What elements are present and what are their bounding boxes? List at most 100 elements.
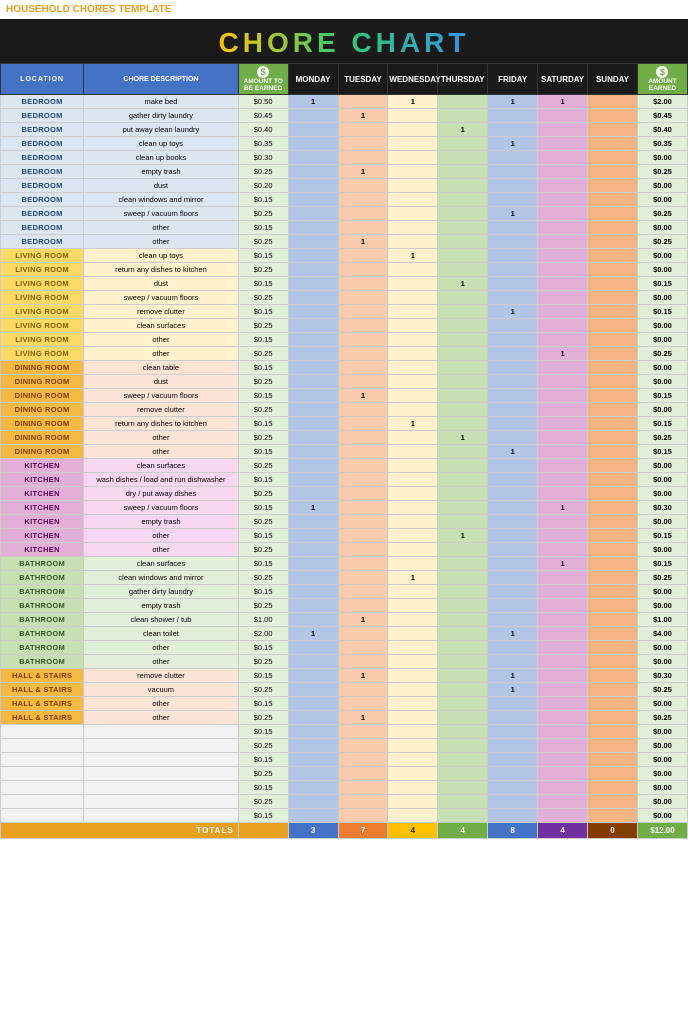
day-cell-sun xyxy=(588,767,638,781)
day-cell-tue xyxy=(338,543,388,557)
day-cell-sun xyxy=(588,753,638,767)
table-row: LIVING ROOMdust$0.151$0.15 xyxy=(1,277,688,291)
day-cell-tue xyxy=(338,585,388,599)
day-cell-wed xyxy=(388,697,438,711)
day-cell-tue xyxy=(338,431,388,445)
amount-cell: $0.15 xyxy=(238,473,288,487)
day-cell-sat xyxy=(538,711,588,725)
day-cell-thu xyxy=(438,417,488,431)
day-cell-sun xyxy=(588,683,638,697)
amount-cell: $0.25 xyxy=(238,263,288,277)
day-cell-sun xyxy=(588,207,638,221)
location-cell: LIVING ROOM xyxy=(1,319,84,333)
amount-cell: $0.25 xyxy=(238,599,288,613)
day-cell-sun xyxy=(588,319,638,333)
chore-cell: gather dirty laundry xyxy=(84,585,239,599)
day-cell-sat: 1 xyxy=(538,95,588,109)
earned-cell: $0.45 xyxy=(637,109,687,123)
chore-cell xyxy=(84,753,239,767)
day-cell-mon xyxy=(288,431,338,445)
earned-cell: $1.00 xyxy=(637,613,687,627)
amount-cell: $0.25 xyxy=(238,291,288,305)
totals-monday: 3 xyxy=(288,823,338,839)
totals-label: TOTALS xyxy=(1,823,239,839)
day-cell-fri xyxy=(488,291,538,305)
table-row: KITCHENother$0.151$0.15 xyxy=(1,529,688,543)
day-cell-sat xyxy=(538,585,588,599)
day-cell-wed xyxy=(388,585,438,599)
day-cell-tue xyxy=(338,487,388,501)
table-row: BEDROOMmake bed$0.501111$2.00 xyxy=(1,95,688,109)
location-cell: BATHROOM xyxy=(1,613,84,627)
earned-cell: $0.30 xyxy=(637,501,687,515)
day-cell-wed xyxy=(388,515,438,529)
day-cell-wed xyxy=(388,179,438,193)
day-cell-tue xyxy=(338,781,388,795)
table-row: $0.25$0.00 xyxy=(1,795,688,809)
day-cell-wed xyxy=(388,123,438,137)
day-cell-wed xyxy=(388,193,438,207)
chore-cell: dust xyxy=(84,375,239,389)
day-cell-wed xyxy=(388,263,438,277)
day-cell-fri xyxy=(488,529,538,543)
day-cell-mon xyxy=(288,375,338,389)
location-cell: BEDROOM xyxy=(1,193,84,207)
day-cell-sat xyxy=(538,669,588,683)
day-cell-fri xyxy=(488,697,538,711)
day-cell-sun xyxy=(588,627,638,641)
day-cell-sat xyxy=(538,235,588,249)
amount-cell: $0.15 xyxy=(238,529,288,543)
day-cell-fri xyxy=(488,459,538,473)
day-cell-fri xyxy=(488,375,538,389)
day-cell-sun xyxy=(588,487,638,501)
day-cell-sun xyxy=(588,389,638,403)
day-cell-sun xyxy=(588,291,638,305)
day-cell-sun xyxy=(588,431,638,445)
day-cell-sat xyxy=(538,781,588,795)
day-cell-wed xyxy=(388,739,438,753)
amount-cell: $0.25 xyxy=(238,207,288,221)
day-cell-sat xyxy=(538,487,588,501)
chore-cell: dry / put away dishes xyxy=(84,487,239,501)
day-cell-fri xyxy=(488,557,538,571)
day-cell-mon xyxy=(288,641,338,655)
chore-cell: return any dishes to kitchen xyxy=(84,263,239,277)
day-cell-sat xyxy=(538,627,588,641)
day-cell-wed xyxy=(388,683,438,697)
day-cell-thu xyxy=(438,557,488,571)
earned-cell: $0.40 xyxy=(637,123,687,137)
day-cell-mon xyxy=(288,361,338,375)
monday-header: MONDAY xyxy=(288,64,338,95)
earned-cell: $0.00 xyxy=(637,599,687,613)
day-cell-thu xyxy=(438,473,488,487)
amount-cell: $0.25 xyxy=(238,655,288,669)
day-cell-tue xyxy=(338,627,388,641)
amount-cell: $0.50 xyxy=(238,95,288,109)
day-cell-tue xyxy=(338,501,388,515)
day-cell-wed xyxy=(388,781,438,795)
day-cell-thu xyxy=(438,725,488,739)
day-cell-sat xyxy=(538,515,588,529)
day-cell-fri xyxy=(488,767,538,781)
amount-cell: $0.25 xyxy=(238,431,288,445)
day-cell-fri xyxy=(488,319,538,333)
day-cell-thu xyxy=(438,781,488,795)
earned-cell: $0.00 xyxy=(637,473,687,487)
chore-cell: other xyxy=(84,431,239,445)
day-cell-thu xyxy=(438,711,488,725)
earned-cell: $0.00 xyxy=(637,487,687,501)
earned-cell: $0.25 xyxy=(637,207,687,221)
day-cell-wed xyxy=(388,725,438,739)
location-cell: LIVING ROOM xyxy=(1,347,84,361)
day-cell-wed xyxy=(388,165,438,179)
day-cell-sun xyxy=(588,501,638,515)
day-cell-wed xyxy=(388,403,438,417)
day-cell-tue xyxy=(338,193,388,207)
day-cell-thu xyxy=(438,697,488,711)
earned-cell: $0.25 xyxy=(637,235,687,249)
day-cell-mon xyxy=(288,445,338,459)
day-cell-fri xyxy=(488,613,538,627)
chore-cell xyxy=(84,739,239,753)
amount-cell: $0.25 xyxy=(238,375,288,389)
table-row: BEDROOMput away clean laundry$0.401$0.40 xyxy=(1,123,688,137)
